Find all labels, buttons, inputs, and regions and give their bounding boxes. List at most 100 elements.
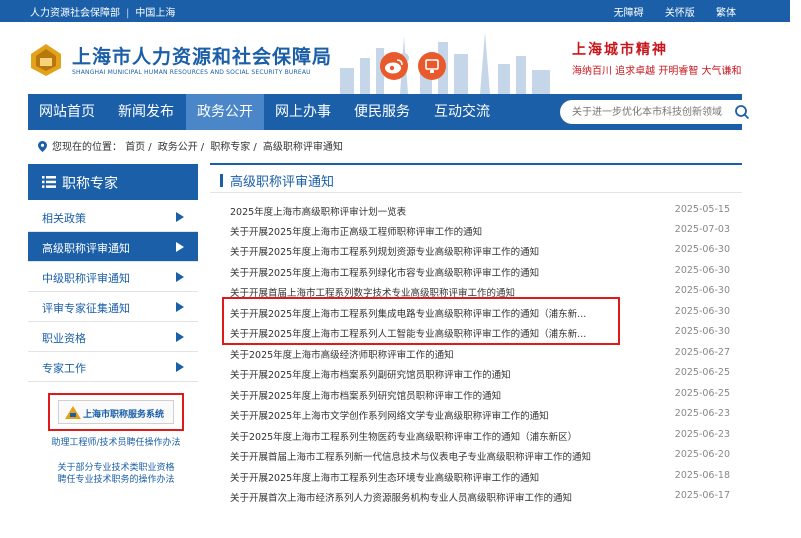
sidebar-item-label: 职业资格 bbox=[42, 332, 86, 345]
topbar-link-ministry[interactable]: 人力资源社会保障部 bbox=[30, 8, 120, 19]
site-title[interactable]: 上海市人力资源和社会保障局 bbox=[72, 42, 332, 69]
top-utility-bar: 人力资源社会保障部 | 中国上海 无障碍 关怀版 繁体 bbox=[0, 0, 790, 22]
sidebar-item-expert-work[interactable]: 专家工作 bbox=[28, 352, 198, 382]
sidebar-item-label: 相关政策 bbox=[42, 212, 86, 225]
arrow-right-icon bbox=[176, 212, 184, 222]
sidebar-item-intermediate-title-notices[interactable]: 中级职称评审通知 bbox=[28, 262, 198, 292]
list-item-title[interactable]: 关于开展首届上海市工程系列新一代信息技术与仪表电子专业高级职称评审工作的通知 bbox=[230, 449, 591, 463]
care-version-link[interactable]: 关怀版 bbox=[665, 8, 695, 19]
arrow-right-icon bbox=[176, 242, 184, 252]
service-system-logo-icon bbox=[65, 406, 81, 419]
breadcrumb-home[interactable]: 首页 bbox=[125, 142, 145, 153]
sidebar-item-label: 高级职称评审通知 bbox=[42, 242, 130, 255]
sidebar-header: 职称专家 bbox=[28, 164, 198, 200]
sidebar-item-label: 中级职称评审通知 bbox=[42, 272, 130, 285]
list-item[interactable]: 关于开展首次上海市经济系列人力资源服务机构专业人员高级职称评审工作的通知 2025… bbox=[230, 488, 730, 506]
list-item-title[interactable]: 关于开展2025年度上海市正高级工程师职称评审工作的通知 bbox=[230, 224, 482, 238]
list-item[interactable]: 关于开展2025年度上海市工程系列生态环境专业高级职称评审工作的通知 2025-0… bbox=[230, 468, 730, 486]
topbar-left: 人力资源社会保障部 | 中国上海 bbox=[30, 4, 175, 19]
nav-interaction[interactable]: 互动交流 bbox=[422, 94, 502, 130]
list-item-date: 2025-06-20 bbox=[674, 449, 730, 460]
list-item-date: 2025-06-17 bbox=[674, 490, 730, 501]
list-item[interactable]: 关于开展2025年度上海市档案系列研究馆员职称评审工作的通知 2025-06-25 bbox=[230, 386, 730, 404]
list-item-title[interactable]: 关于开展首次上海市经济系列人力资源服务机构专业人员高级职称评审工作的通知 bbox=[230, 490, 572, 504]
sidebar-item-professional-qualification[interactable]: 职业资格 bbox=[28, 322, 198, 352]
arrow-right-icon bbox=[176, 272, 184, 282]
list-item-date: 2025-06-27 bbox=[674, 347, 730, 358]
sidebar-item-related-policies[interactable]: 相关政策 bbox=[28, 202, 198, 232]
arrow-right-icon bbox=[176, 302, 184, 312]
list-item-date: 2025-06-18 bbox=[674, 470, 730, 481]
qualification-link-line2[interactable]: 聘任专业技术职务的操作办法 bbox=[36, 474, 196, 486]
breadcrumb-current: 高级职称评审通知 bbox=[262, 142, 343, 153]
search-box bbox=[560, 100, 760, 124]
list-item-date: 2025-06-30 bbox=[674, 326, 730, 337]
accessibility-link[interactable]: 无障碍 bbox=[614, 8, 644, 19]
highlight-box-list bbox=[222, 297, 620, 345]
nav-government-affairs[interactable]: 政务公开 bbox=[186, 94, 264, 130]
list-item-title[interactable]: 关于开展2025年度上海市档案系列副研究馆员职称评审工作的通知 bbox=[230, 367, 511, 381]
breadcrumb-title-experts[interactable]: 职称专家 bbox=[210, 142, 250, 153]
list-item-title[interactable]: 关于开展2025年度上海市工程系列生态环境专业高级职称评审工作的通知 bbox=[230, 470, 539, 484]
qualification-link-line1[interactable]: 关于部分专业技术类职业资格 bbox=[36, 462, 196, 474]
list-item-title[interactable]: 关于开展2025年上海市文学创作系列网络文学专业高级职称评审工作的通知 bbox=[230, 408, 549, 422]
list-item-date: 2025-06-25 bbox=[674, 388, 730, 399]
app-icon[interactable] bbox=[418, 52, 446, 80]
nav-convenience[interactable]: 便民服务 bbox=[342, 94, 422, 130]
sidebar-item-label: 专家工作 bbox=[42, 362, 86, 375]
banner-text: 上海市职称服务系统 bbox=[83, 410, 165, 420]
list-item[interactable]: 关于开展2025年度上海市档案系列副研究馆员职称评审工作的通知 2025-06-2… bbox=[230, 365, 730, 383]
list-item[interactable]: 关于开展首届上海市工程系列新一代信息技术与仪表电子专业高级职称评审工作的通知 20… bbox=[230, 447, 730, 465]
search-input[interactable] bbox=[572, 103, 732, 121]
breadcrumb: 您现在的位置： 首页 / 政务公开 / 职称专家 / 高级职称评审通知 bbox=[38, 138, 343, 153]
list-item[interactable]: 2025年度上海市高级职称评审计划一览表 2025-05-15 bbox=[230, 202, 730, 220]
city-spirit-title: 上海城市精神 bbox=[572, 42, 668, 58]
list-item-date: 2025-06-23 bbox=[674, 429, 730, 440]
topbar-link-china-shanghai[interactable]: 中国上海 bbox=[135, 8, 175, 19]
list-item[interactable]: 关于开展2025年度上海市工程系列规划资源专业高级职称评审工作的通知 2025-0… bbox=[230, 242, 730, 260]
breadcrumb-government-affairs[interactable]: 政务公开 bbox=[158, 142, 198, 153]
list-item[interactable]: 关于开展2025年度上海市正高级工程师职称评审工作的通知 2025-07-03 bbox=[230, 222, 730, 240]
list-item[interactable]: 关于开展2025年度上海市工程系列绿化市容专业高级职称评审工作的通知 2025-0… bbox=[230, 263, 730, 281]
site-header: 上海市人力资源和社会保障局 SHANGHAI MUNICIPAL HUMAN R… bbox=[0, 22, 790, 94]
breadcrumb-separator: / bbox=[253, 142, 257, 153]
topbar-right: 无障碍 关怀版 繁体 bbox=[596, 4, 736, 19]
nav-home[interactable]: 网站首页 bbox=[28, 94, 106, 130]
city-spirit-text: 海纳百川 追求卓越 开明睿智 大气谦和 bbox=[572, 66, 742, 77]
traditional-chinese-link[interactable]: 繁体 bbox=[716, 8, 736, 19]
search-icon[interactable] bbox=[734, 104, 750, 120]
sidebar-item-expert-recruitment[interactable]: 评审专家征集通知 bbox=[28, 292, 198, 322]
list-item-title[interactable]: 关于开展2025年度上海市工程系列规划资源专业高级职称评审工作的通知 bbox=[230, 244, 539, 258]
sidebar-item-label: 评审专家征集通知 bbox=[42, 302, 130, 315]
list-item[interactable]: 关于2025年度上海市工程系列生物医药专业高级职称评审工作的通知（浦东新区） 20… bbox=[230, 427, 730, 445]
list-item-date: 2025-06-25 bbox=[674, 367, 730, 378]
list-item-title[interactable]: 关于2025年度上海市高级经济师职称评审工作的通知 bbox=[230, 347, 454, 361]
main-title: 高级职称评审通知 bbox=[230, 175, 335, 190]
menu-list-icon bbox=[42, 176, 56, 188]
list-item[interactable]: 关于2025年度上海市高级经济师职称评审工作的通知 2025-06-27 bbox=[230, 345, 730, 363]
nav-online-services[interactable]: 网上办事 bbox=[264, 94, 342, 130]
list-item-date: 2025-06-30 bbox=[674, 244, 730, 255]
nav-news[interactable]: 新闻发布 bbox=[106, 94, 186, 130]
arrow-right-icon bbox=[176, 332, 184, 342]
topbar-divider: | bbox=[126, 8, 130, 19]
title-service-system-banner[interactable]: 上海市职称服务系统 bbox=[58, 400, 174, 424]
list-item-date: 2025-05-15 bbox=[674, 204, 730, 215]
list-item-title[interactable]: 关于开展2025年度上海市档案系列研究馆员职称评审工作的通知 bbox=[230, 388, 501, 402]
title-accent-bar bbox=[220, 174, 223, 187]
arrow-right-icon bbox=[176, 362, 184, 372]
list-item-title[interactable]: 2025年度上海市高级职称评审计划一览表 bbox=[230, 204, 406, 218]
list-item-date: 2025-06-30 bbox=[674, 265, 730, 276]
list-item-title[interactable]: 关于2025年度上海市工程系列生物医药专业高级职称评审工作的通知（浦东新区） bbox=[230, 429, 577, 443]
weibo-icon[interactable] bbox=[380, 52, 408, 80]
list-item-title[interactable]: 关于开展2025年度上海市工程系列绿化市容专业高级职称评审工作的通知 bbox=[230, 265, 539, 279]
breadcrumb-prefix: 您现在的位置： bbox=[52, 142, 122, 153]
list-item[interactable]: 关于开展2025年上海市文学创作系列网络文学专业高级职称评审工作的通知 2025-… bbox=[230, 406, 730, 424]
breadcrumb-separator: / bbox=[148, 142, 152, 153]
bureau-logo-icon[interactable] bbox=[28, 42, 64, 78]
sidebar-item-senior-title-notices[interactable]: 高级职称评审通知 bbox=[28, 232, 198, 262]
assistant-engineer-link[interactable]: 助理工程师/技术员聘任操作办法 bbox=[36, 437, 196, 449]
list-item-date: 2025-06-30 bbox=[674, 306, 730, 317]
main-nav: 网站首页 新闻发布 政务公开 网上办事 便民服务 互动交流 bbox=[28, 94, 760, 130]
list-item-date: 2025-06-23 bbox=[674, 408, 730, 419]
